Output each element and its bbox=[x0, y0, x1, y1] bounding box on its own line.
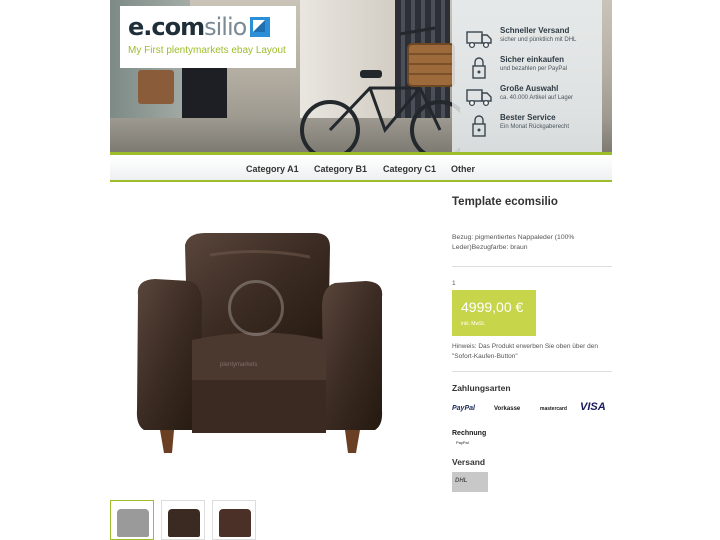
price-box: 4999,00 € inkl. MwSt. bbox=[452, 290, 536, 336]
feature-subtitle: und bezahlen per PayPal bbox=[500, 66, 568, 72]
rechnung-paypal-label: PayPal bbox=[456, 440, 469, 445]
thumbnail-strip bbox=[110, 500, 270, 540]
paypal-logo: PayPal bbox=[452, 405, 475, 412]
logo-text-dark: e.com bbox=[128, 13, 205, 41]
feature-subtitle: sicher und pünktlich mit DHL bbox=[500, 37, 577, 43]
shipping-title: Versand bbox=[452, 457, 486, 467]
divider bbox=[452, 371, 612, 372]
feature-title: Große Auswahl bbox=[500, 84, 559, 93]
nav-item-category-a1[interactable]: Category A1 bbox=[246, 164, 299, 174]
dhl-logo: DHL bbox=[452, 472, 488, 492]
category-nav: Category A1 Category B1 Category C1 Othe… bbox=[110, 156, 612, 182]
feature-shipping: Schneller Versand sicher und pünktlich m… bbox=[452, 26, 602, 58]
nav-item-other[interactable]: Other bbox=[451, 164, 475, 174]
logo[interactable]: e.comsilio My First plentymarkets ebay L… bbox=[120, 6, 296, 68]
hero-flowerpot bbox=[138, 70, 174, 104]
payment-title: Zahlungsarten bbox=[452, 383, 511, 393]
logo-mark-icon bbox=[250, 15, 271, 37]
hero-banner: e.comsilio My First plentymarkets ebay L… bbox=[110, 0, 612, 155]
divider bbox=[452, 266, 612, 267]
lock-icon bbox=[472, 115, 486, 137]
thumbnail-2[interactable] bbox=[161, 500, 205, 540]
feature-title: Bester Service bbox=[500, 113, 556, 122]
thumbnail-chair-image bbox=[219, 509, 251, 537]
price: 4999,00 € bbox=[461, 299, 524, 315]
thumbnail-chair-image bbox=[168, 509, 200, 537]
dhl-label: DHL bbox=[455, 478, 468, 484]
truck-icon bbox=[466, 89, 492, 107]
product-image[interactable] bbox=[130, 225, 390, 460]
page: e.comsilio My First plentymarkets ebay L… bbox=[110, 0, 612, 540]
product-description: Bezug: pigmentiertes Nappaleder (100% Le… bbox=[452, 234, 575, 251]
vorkasse-logo: Vorkasse bbox=[494, 406, 521, 412]
rechnung-logo: Rechnung bbox=[452, 430, 487, 437]
nav-item-category-b1[interactable]: Category B1 bbox=[314, 164, 367, 174]
nav-item-category-c1[interactable]: Category C1 bbox=[383, 164, 436, 174]
hero-accent-bar bbox=[110, 152, 612, 155]
watermark-logo bbox=[228, 280, 284, 336]
features-panel: Schneller Versand sicher und pünktlich m… bbox=[452, 0, 602, 155]
quantity-value: 1 bbox=[452, 280, 456, 287]
visa-logo: VISA bbox=[580, 401, 606, 413]
thumbnail-1[interactable] bbox=[110, 500, 154, 540]
logo-text-light: silio bbox=[204, 13, 247, 41]
feature-title: Schneller Versand bbox=[500, 26, 570, 35]
feature-secure: Sicher einkaufen und bezahlen per PayPal bbox=[452, 55, 602, 87]
feature-selection: Große Auswahl ca. 40.000 Artikel auf Lag… bbox=[452, 84, 602, 116]
bicycle-image bbox=[300, 26, 460, 155]
vat-note: inkl. MwSt. bbox=[461, 321, 486, 327]
watermark-text: plentymarkets bbox=[220, 362, 258, 368]
feature-subtitle: ca. 40.000 Artikel auf Lager bbox=[500, 95, 574, 101]
feature-title: Sicher einkaufen bbox=[500, 55, 565, 64]
lock-icon bbox=[472, 57, 486, 79]
feature-subtitle: Ein Monat Rückgaberecht bbox=[500, 124, 570, 130]
feature-service: Bester Service Ein Monat Rückgaberecht bbox=[452, 113, 602, 145]
truck-icon bbox=[466, 31, 492, 49]
logo-subtitle: My First plentymarkets ebay Layout bbox=[128, 45, 286, 56]
thumbnail-3[interactable] bbox=[212, 500, 256, 540]
thumbnail-chair-image bbox=[117, 509, 149, 537]
purchase-hint: Hinweis: Das Produkt erwerben Sie oben ü… bbox=[452, 343, 598, 360]
product-title: Template ecomsilio bbox=[452, 196, 558, 208]
mastercard-logo: mastercard bbox=[540, 406, 567, 412]
